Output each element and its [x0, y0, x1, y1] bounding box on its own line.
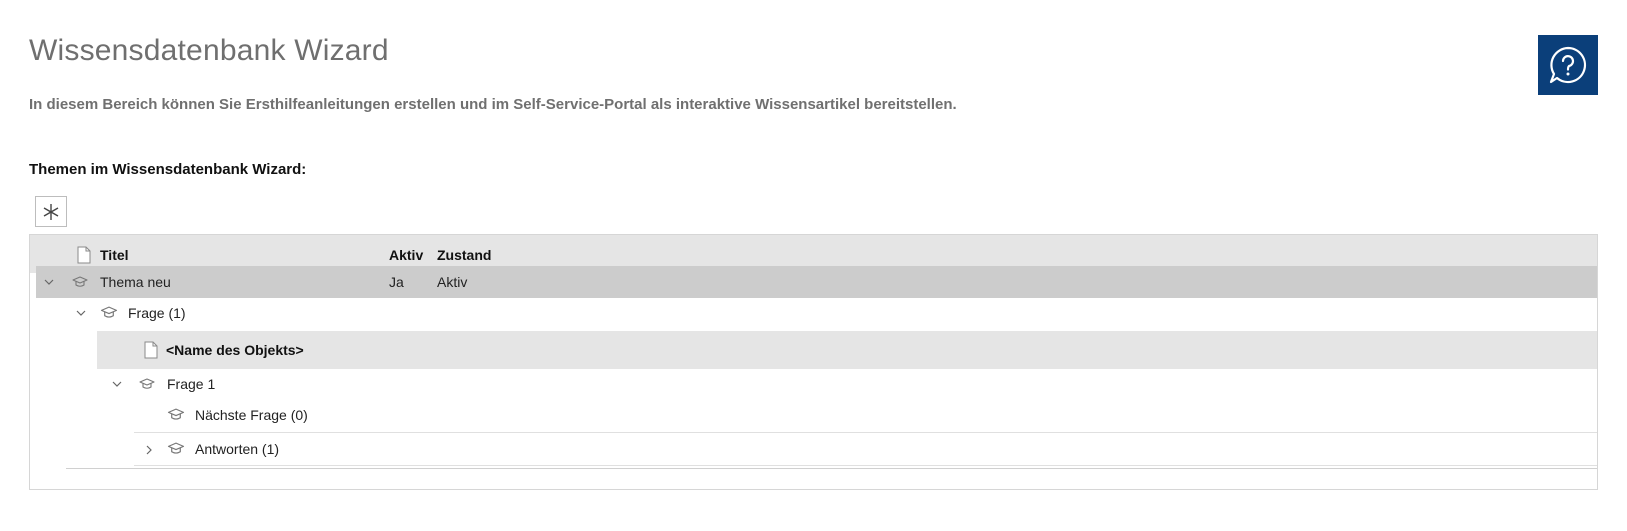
- row-title: Antworten (1): [195, 441, 280, 457]
- asterisk-icon: [43, 203, 59, 220]
- chevron-right-icon[interactable]: [142, 443, 156, 457]
- chevron-down-icon[interactable]: [74, 306, 88, 320]
- help-button[interactable]: [1538, 35, 1598, 95]
- graduation-cap-icon: [167, 442, 185, 454]
- document-icon: [77, 246, 91, 264]
- column-header-zustand[interactable]: Zustand: [437, 246, 491, 264]
- graduation-cap-icon: [139, 378, 155, 389]
- tree-row-naechste-frage[interactable]: Nächste Frage (0): [134, 400, 1597, 432]
- row-zustand: Aktiv: [437, 274, 468, 290]
- tree-row-object[interactable]: <Name des Objekts>: [97, 331, 1597, 369]
- new-item-button[interactable]: [35, 196, 67, 227]
- graduation-cap-icon: [72, 276, 88, 287]
- chevron-down-icon[interactable]: [110, 377, 124, 391]
- tree-row-thema[interactable]: Thema neu Ja Aktiv: [36, 266, 1597, 298]
- tree-row-frage-group[interactable]: Frage (1): [64, 297, 1597, 329]
- row-title: <Name des Objekts>: [166, 342, 304, 358]
- page-description: In diesem Bereich können Sie Ersthilfean…: [29, 96, 957, 113]
- row-divider: [66, 468, 1597, 469]
- page-title: Wissensdatenbank Wizard: [29, 34, 389, 67]
- row-title: Thema neu: [100, 274, 171, 290]
- row-divider: [134, 465, 1597, 466]
- tree-row-antworten[interactable]: Antworten (1): [134, 434, 1597, 466]
- topics-tree-table: Titel Aktiv Zustand Thema neu Ja Aktiv F…: [29, 234, 1598, 490]
- document-icon: [144, 341, 158, 359]
- row-title: Frage (1): [128, 305, 186, 321]
- tree-row-frage-1[interactable]: Frage 1: [97, 369, 1597, 401]
- column-header-aktiv[interactable]: Aktiv: [389, 246, 423, 264]
- row-title: Frage 1: [167, 376, 216, 392]
- section-title: Themen im Wissensdatenbank Wizard:: [29, 161, 307, 178]
- column-header-titel[interactable]: Titel: [100, 246, 129, 264]
- row-aktiv: Ja: [389, 274, 404, 290]
- row-divider: [134, 432, 1597, 433]
- graduation-cap-icon: [100, 306, 118, 318]
- help-chat-icon: [1549, 46, 1587, 84]
- graduation-cap-icon: [167, 408, 185, 420]
- row-title: Nächste Frage (0): [195, 407, 308, 423]
- chevron-down-icon[interactable]: [42, 275, 56, 289]
